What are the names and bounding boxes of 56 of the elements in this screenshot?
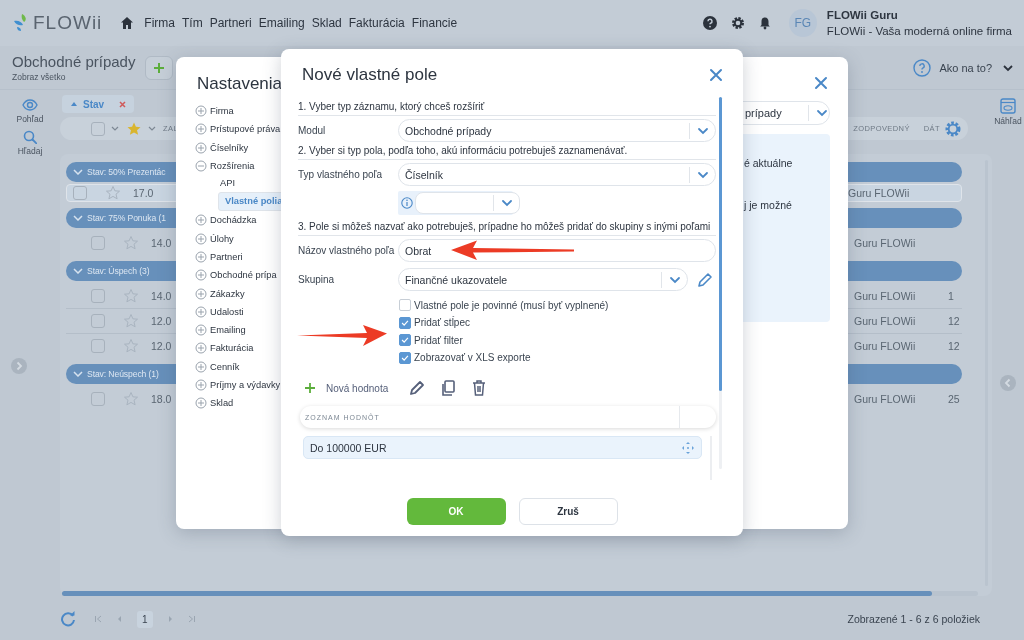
- field-label: Modul: [298, 125, 327, 136]
- user-name: FLOWii Guru: [826, 9, 899, 21]
- tree-label: Rozšírenia: [210, 161, 255, 172]
- table-cell: 12.0: [151, 315, 172, 327]
- dialog-title: Nové vlastné pole: [302, 65, 439, 85]
- logo-text: FLOWii: [33, 12, 103, 34]
- tree-label: Sklad: [210, 398, 234, 409]
- group-label: Stav: 50% Prezentác: [87, 167, 166, 177]
- group-label: Stav: 75% Ponuka (1: [87, 213, 166, 223]
- info-text: é aktuálne: [744, 157, 794, 169]
- company-name: FLOWii - Vaša moderná online firma: [826, 25, 1012, 37]
- tree-label: Dochádzka: [210, 215, 257, 226]
- checkbox-label: Vlastné pole je povinné (musí byť vyplnené): [414, 299, 609, 311]
- section-heading: 2. Vyber si typ pola, podľa toho, akú informáciu potrebuješ zaznamenávať.: [298, 145, 716, 160]
- table-cell-text: 12: [948, 340, 961, 352]
- table-cell: 18.0: [151, 392, 172, 405]
- checkbox-label: Pridať filter: [414, 334, 463, 346]
- tree-label: Partneri: [210, 251, 243, 262]
- pagination-summary: Zobrazené 1 - 6 z 6 položiek: [847, 613, 980, 625]
- chip-label: Stav: [83, 98, 105, 110]
- tree-label: Udalosti: [210, 306, 244, 317]
- table-cell-text: 1: [948, 289, 955, 302]
- table-cell-text: 25: [948, 392, 961, 405]
- tree-label: Firma: [210, 106, 234, 117]
- group-label: Stav: Neúspech (1): [87, 369, 159, 379]
- checkbox-label: Zobrazovať v XLS exporte: [414, 352, 531, 364]
- tree-label: Zákazky: [210, 288, 245, 299]
- table-cell-text: Guru FLOWii: [854, 392, 917, 405]
- info-text: j je možné: [744, 199, 793, 211]
- section-heading: 1. Vyber typ záznamu, ktorý chceš rozšíriť: [298, 101, 716, 116]
- table-cell: 14.0: [151, 289, 172, 302]
- tree-label: Číselníky: [210, 142, 249, 153]
- tree-label: Fakturácia: [210, 343, 254, 354]
- table-cell-text: Guru FLOWii: [848, 187, 911, 199]
- field-label: Názov vlastného poľa: [298, 245, 396, 256]
- field-label: Skupina: [298, 274, 336, 285]
- page-title: Obchodné prípady: [12, 53, 136, 70]
- tree-label: Príjmy a výdavky: [210, 380, 281, 390]
- tree-label: Cenník: [210, 361, 240, 372]
- section-heading: 3. Pole si môžeš nazvať ako potrebuješ, prípadne ho môžeš pridať do skupiny s inými poľami: [298, 221, 716, 236]
- table-cell-text: 12: [948, 315, 961, 327]
- table-cell: 12.0: [151, 340, 172, 352]
- dialog-title: Nastavenia: [197, 74, 283, 94]
- table-cell: 14.0: [151, 236, 172, 249]
- tree-label: Prístupové práva: [210, 124, 281, 135]
- tree-label: Emailing: [210, 325, 246, 336]
- table-cell: 17.0: [133, 187, 154, 199]
- group-label: Stav: Úspech (3): [87, 266, 150, 276]
- tree-label: Úlohy: [210, 233, 234, 244]
- table-cell-text: Guru FLOWii: [854, 236, 917, 249]
- table-cell-text: Guru FLOWii: [854, 315, 917, 327]
- field-label: Typ vlastného poľa: [298, 169, 384, 180]
- table-cell-text: Guru FLOWii: [854, 340, 917, 352]
- table-cell-text: Guru FLOWii: [854, 289, 917, 302]
- tree-label: Obchodné prípa: [210, 270, 277, 281]
- checkbox-label: Pridať stĺpec: [414, 317, 470, 329]
